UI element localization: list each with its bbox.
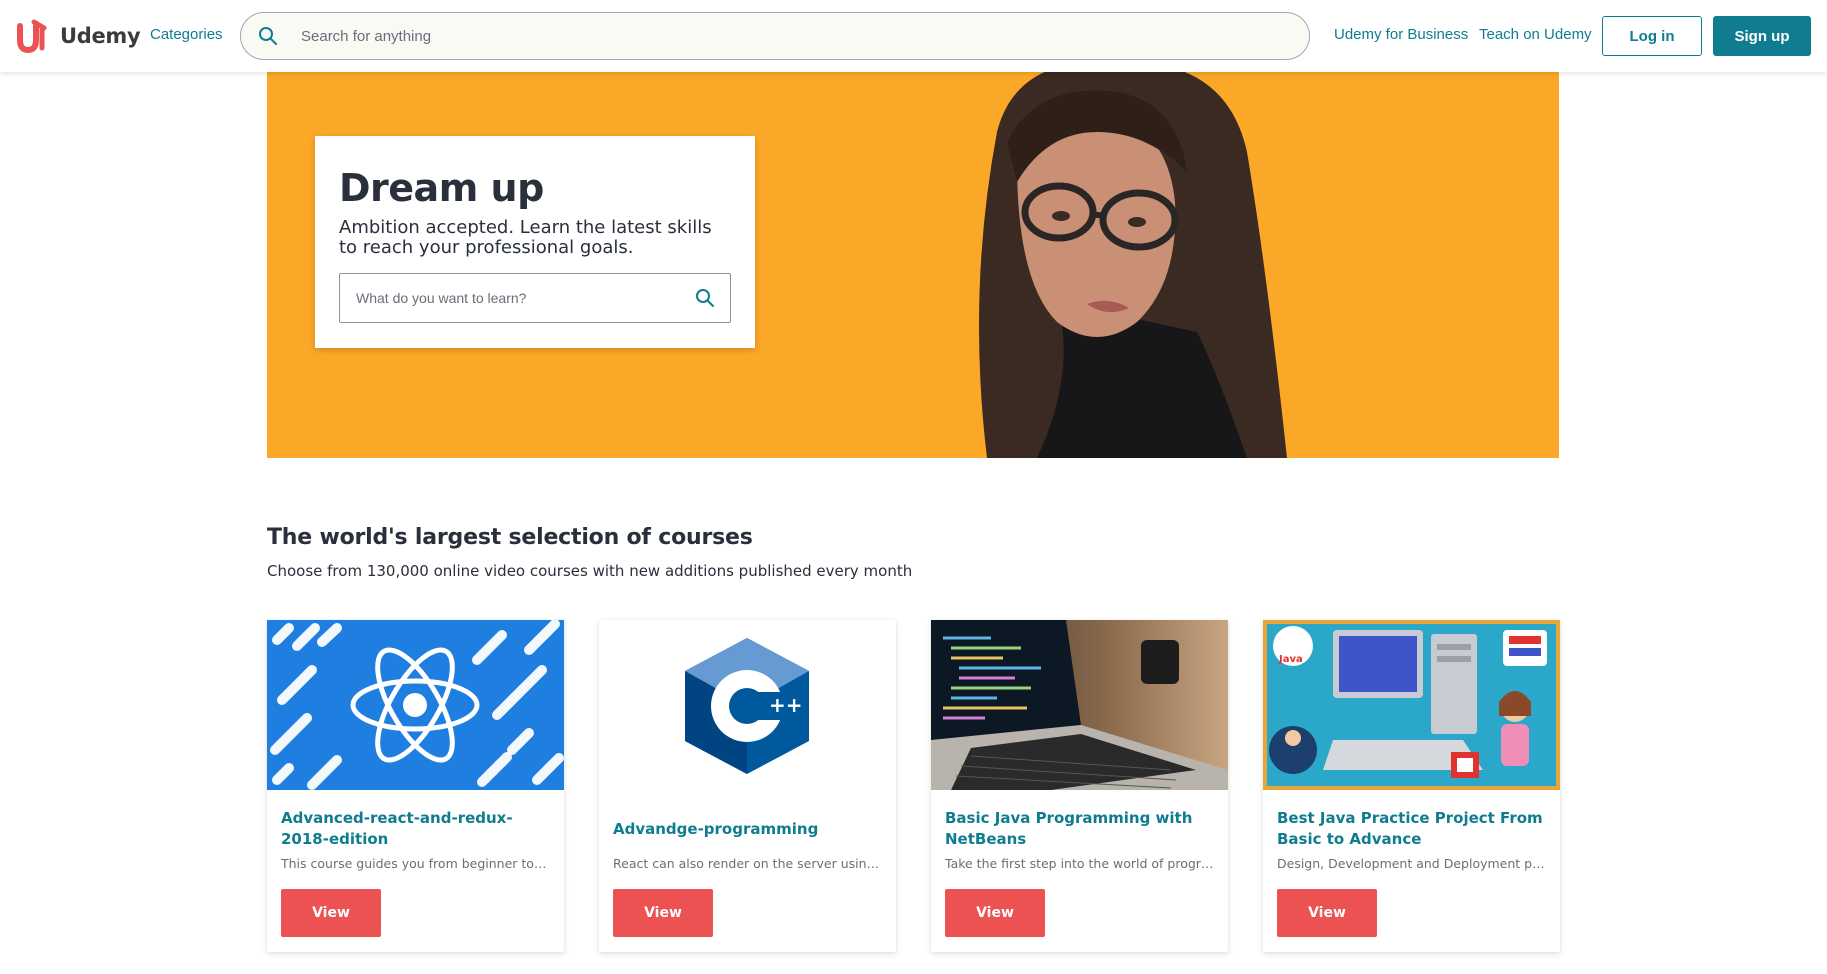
view-course-button[interactable]: View bbox=[613, 889, 713, 937]
login-button[interactable]: Log in bbox=[1602, 16, 1702, 56]
view-course-button[interactable]: View bbox=[281, 889, 381, 937]
hero-woman-image bbox=[979, 72, 1287, 458]
hero-banner: Dream up Ambition accepted. Learn the la… bbox=[267, 72, 1559, 458]
hero-title: Dream up bbox=[339, 166, 544, 210]
course-thumbnail[interactable]: ++ bbox=[599, 620, 896, 790]
view-course-button[interactable]: View bbox=[1277, 889, 1377, 937]
course-description: Take the first step into the world of pr… bbox=[945, 856, 1214, 871]
react-logo-thumbnail bbox=[267, 620, 564, 790]
course-card-list: Advanced-react-and-redux-2018-edition Th… bbox=[267, 620, 1560, 952]
section-subtitle: Choose from 130,000 online video courses… bbox=[267, 562, 913, 580]
course-title[interactable]: Advandge-programming bbox=[613, 808, 882, 850]
hero-search-input[interactable] bbox=[340, 276, 680, 320]
course-description: Design, Development and Deployment pr… bbox=[1277, 856, 1546, 871]
udemy-logo-icon bbox=[17, 19, 47, 54]
course-card[interactable]: Java Best Java Practice Project From Bas… bbox=[1263, 620, 1560, 952]
udemy-for-business-link[interactable]: Udemy for Business bbox=[1334, 26, 1468, 43]
top-header: Udemy Categories Udemy for Business Teac… bbox=[0, 0, 1827, 72]
svg-text:++: ++ bbox=[769, 693, 803, 717]
categories-link[interactable]: Categories bbox=[150, 26, 223, 43]
header-search-input[interactable] bbox=[295, 16, 1275, 56]
course-thumbnail[interactable]: Java bbox=[1263, 620, 1560, 790]
udemy-logo[interactable]: Udemy bbox=[14, 18, 141, 54]
view-course-button[interactable]: View bbox=[945, 889, 1045, 937]
hero-search-box bbox=[339, 273, 731, 323]
teach-on-udemy-link[interactable]: Teach on Udemy bbox=[1479, 26, 1592, 43]
cpp-logo-thumbnail: ++ bbox=[599, 620, 896, 790]
signup-button[interactable]: Sign up bbox=[1713, 16, 1811, 56]
svg-text:Java: Java bbox=[1278, 654, 1303, 665]
search-icon[interactable] bbox=[680, 274, 730, 322]
course-title[interactable]: Best Java Practice Project From Basic to… bbox=[1277, 808, 1546, 850]
hero-subtitle: Ambition accepted. Learn the latest skil… bbox=[339, 217, 712, 258]
course-card[interactable]: ++ Advandge-programming React can also r… bbox=[599, 620, 896, 952]
course-thumbnail[interactable] bbox=[931, 620, 1228, 790]
course-description: React can also render on the server usin… bbox=[613, 856, 882, 871]
hero-card: Dream up Ambition accepted. Learn the la… bbox=[315, 136, 755, 348]
course-card[interactable]: Advanced-react-and-redux-2018-edition Th… bbox=[267, 620, 564, 952]
logo-text: Udemy bbox=[60, 24, 141, 48]
header-search-bar bbox=[240, 12, 1310, 60]
course-title[interactable]: Basic Java Programming with NetBeans bbox=[945, 808, 1214, 850]
section-title: The world's largest selection of courses bbox=[267, 525, 753, 550]
course-title[interactable]: Advanced-react-and-redux-2018-edition bbox=[281, 808, 550, 850]
java-cartoon-thumbnail: Java bbox=[1263, 620, 1560, 790]
course-card[interactable]: Basic Java Programming with NetBeans Tak… bbox=[931, 620, 1228, 952]
course-thumbnail[interactable] bbox=[267, 620, 564, 790]
laptop-code-thumbnail bbox=[931, 620, 1228, 790]
course-description: This course guides you from beginner to … bbox=[281, 856, 550, 871]
search-icon[interactable] bbox=[241, 13, 295, 59]
